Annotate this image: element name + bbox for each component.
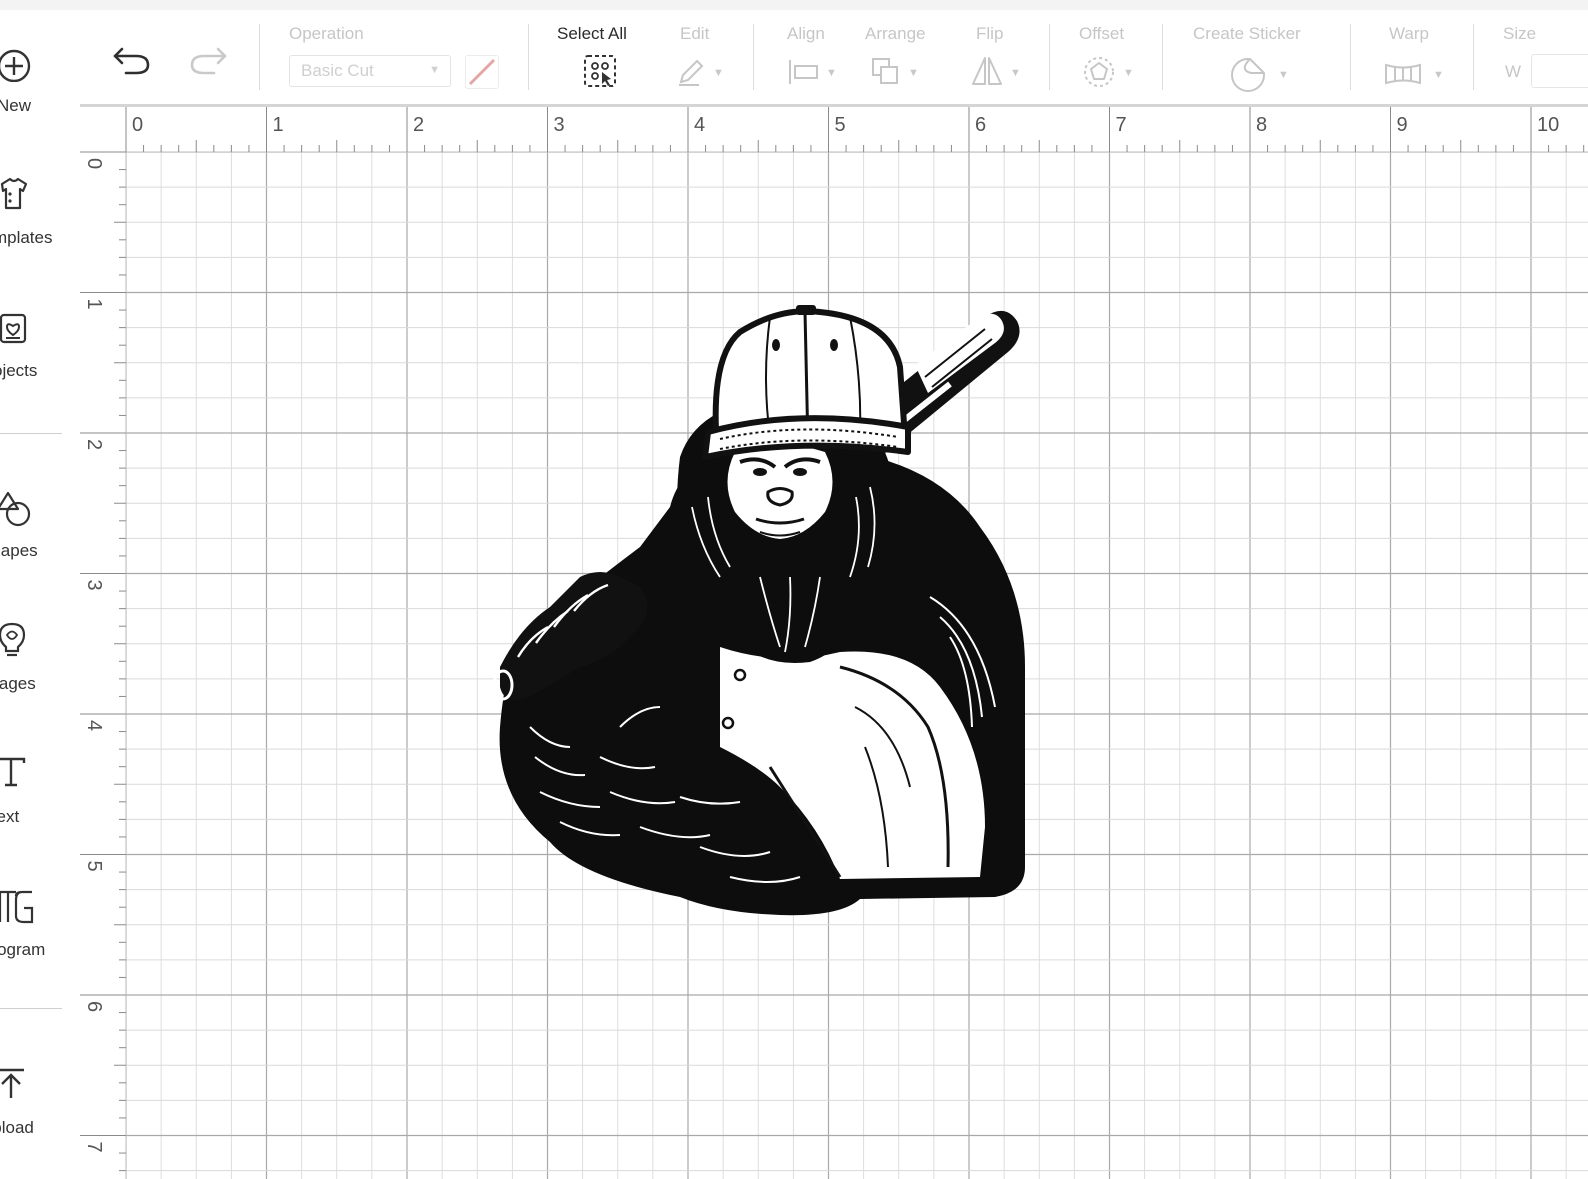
- arrange-label: Arrange: [865, 24, 926, 43]
- chevron-down-icon: ▼: [713, 67, 724, 79]
- arrange-icon[interactable]: [870, 56, 902, 88]
- chevron-down-icon: ▼: [429, 64, 440, 76]
- sidebar-item-text[interactable]: Text: [0, 749, 80, 859]
- lightbulb-icon: [0, 622, 26, 657]
- sidebar-item-templates[interactable]: Templates: [0, 170, 80, 280]
- ruler-left-label: 4: [83, 720, 105, 731]
- ruler-left-label: 5: [83, 861, 105, 872]
- toolbar-divider: [1049, 24, 1050, 90]
- sidebar-item-label: Monogram: [0, 940, 46, 959]
- upload-icon: [0, 1068, 24, 1098]
- chevron-down-icon: ▼: [908, 67, 919, 79]
- plus-circle-icon: [0, 49, 31, 82]
- ruler-top-label: 9: [1397, 114, 1408, 136]
- chevron-down-icon: ▼: [1433, 69, 1444, 81]
- chevron-down-icon: ▼: [1278, 69, 1289, 81]
- toolbar-divider: [259, 24, 260, 90]
- sidebar-item-label: Images: [0, 674, 36, 693]
- left-sidebar: New Templates Projects Shapes Image: [0, 10, 81, 1179]
- edit-label: Edit: [680, 24, 710, 43]
- size-width-label: W: [1505, 62, 1522, 81]
- sidebar-item-shapes[interactable]: Shapes: [0, 483, 80, 593]
- ruler-top-label: 1: [273, 114, 284, 136]
- projects-icon: [0, 313, 27, 344]
- size-width-input[interactable]: [1531, 54, 1588, 88]
- sidebar-item-label: Templates: [0, 228, 53, 247]
- toolbar-divider: [753, 24, 754, 90]
- sidebar-divider: [0, 1008, 62, 1009]
- ruler-left-label: 0: [83, 158, 105, 169]
- ruler-top-label: 7: [1116, 114, 1127, 136]
- sidebar-item-label: Shapes: [0, 541, 38, 560]
- align-left-icon[interactable]: [787, 58, 821, 86]
- sidebar-item-label: Projects: [0, 361, 38, 380]
- flip-icon[interactable]: [970, 54, 1004, 88]
- ruler-top-label: 8: [1256, 114, 1267, 136]
- pencil-icon[interactable]: [675, 56, 707, 88]
- ruler-top-label: 0: [132, 114, 143, 136]
- sidebar-item-label: New: [0, 96, 32, 115]
- sidebar-divider: [0, 433, 62, 434]
- ruler-top-label: 4: [694, 114, 705, 136]
- toolbar-divider: [528, 24, 529, 90]
- sticker-icon[interactable]: [1229, 56, 1267, 94]
- ruler-left-label: 7: [83, 1142, 105, 1153]
- ruler-top-label: 2: [413, 114, 424, 136]
- sidebar-item-label: Text: [0, 807, 20, 826]
- select-all-label: Select All: [557, 24, 627, 43]
- top-toolbar: Operation Basic Cut ▼ Select All Edit ▼ …: [80, 10, 1588, 107]
- select-all-icon[interactable]: [582, 53, 618, 89]
- sidebar-item-projects[interactable]: Projects: [0, 303, 80, 413]
- redo-icon[interactable]: [186, 42, 228, 78]
- offset-icon[interactable]: [1081, 54, 1117, 90]
- toolbar-divider: [1162, 24, 1163, 90]
- text-icon: [0, 757, 26, 787]
- ruler-left-label: 3: [83, 580, 105, 591]
- shirt-icon: [0, 177, 28, 210]
- toolbar-divider: [1473, 24, 1474, 90]
- size-label: Size: [1503, 24, 1537, 43]
- sidebar-item-upload[interactable]: Upload: [0, 1060, 80, 1170]
- canvas-grid: 0 1 2 3 4 5 6 7 8 9 10 0 1 2 3 4 5 6 7: [80, 107, 1588, 1179]
- chevron-down-icon: ▼: [1123, 67, 1134, 79]
- no-color-slash-icon: [468, 58, 496, 86]
- ruler-top-label: 5: [835, 114, 846, 136]
- sidebar-item-label: Upload: [0, 1118, 34, 1137]
- flip-label: Flip: [976, 24, 1004, 43]
- ruler-top-label: 6: [975, 114, 986, 136]
- chevron-down-icon: ▼: [826, 67, 837, 79]
- operation-label: Operation: [289, 24, 364, 43]
- ruler-left-label: 2: [83, 439, 105, 450]
- warp-icon[interactable]: [1383, 60, 1423, 88]
- ruler-left: [80, 107, 126, 1179]
- sidebar-item-monogram[interactable]: Monogram: [0, 882, 80, 992]
- monogram-icon: [0, 890, 34, 924]
- gorilla-baseball-image[interactable]: [492, 305, 1025, 916]
- align-label: Align: [787, 24, 825, 43]
- create-sticker-label: Create Sticker: [1193, 24, 1301, 43]
- sidebar-item-new[interactable]: New: [0, 38, 80, 148]
- color-swatch-button[interactable]: [465, 55, 499, 89]
- shapes-icon: [0, 491, 31, 527]
- operation-select[interactable]: Basic Cut ▼: [289, 55, 451, 87]
- operation-select-value: Basic Cut: [301, 61, 374, 80]
- chevron-down-icon: ▼: [1010, 67, 1021, 79]
- design-canvas[interactable]: 0 1 2 3 4 5 6 7 8 9 10 0 1 2 3 4 5 6 7: [80, 107, 1588, 1179]
- offset-label: Offset: [1079, 24, 1125, 43]
- ruler-left-label: 1: [83, 299, 105, 310]
- undo-icon[interactable]: [112, 42, 154, 78]
- warp-label: Warp: [1389, 24, 1429, 43]
- sidebar-item-images[interactable]: Images: [0, 616, 80, 726]
- ruler-top-label: 10: [1537, 114, 1559, 136]
- toolbar-divider: [1350, 24, 1351, 90]
- ruler-left-label: 6: [83, 1001, 105, 1012]
- ruler-top-label: 3: [554, 114, 565, 136]
